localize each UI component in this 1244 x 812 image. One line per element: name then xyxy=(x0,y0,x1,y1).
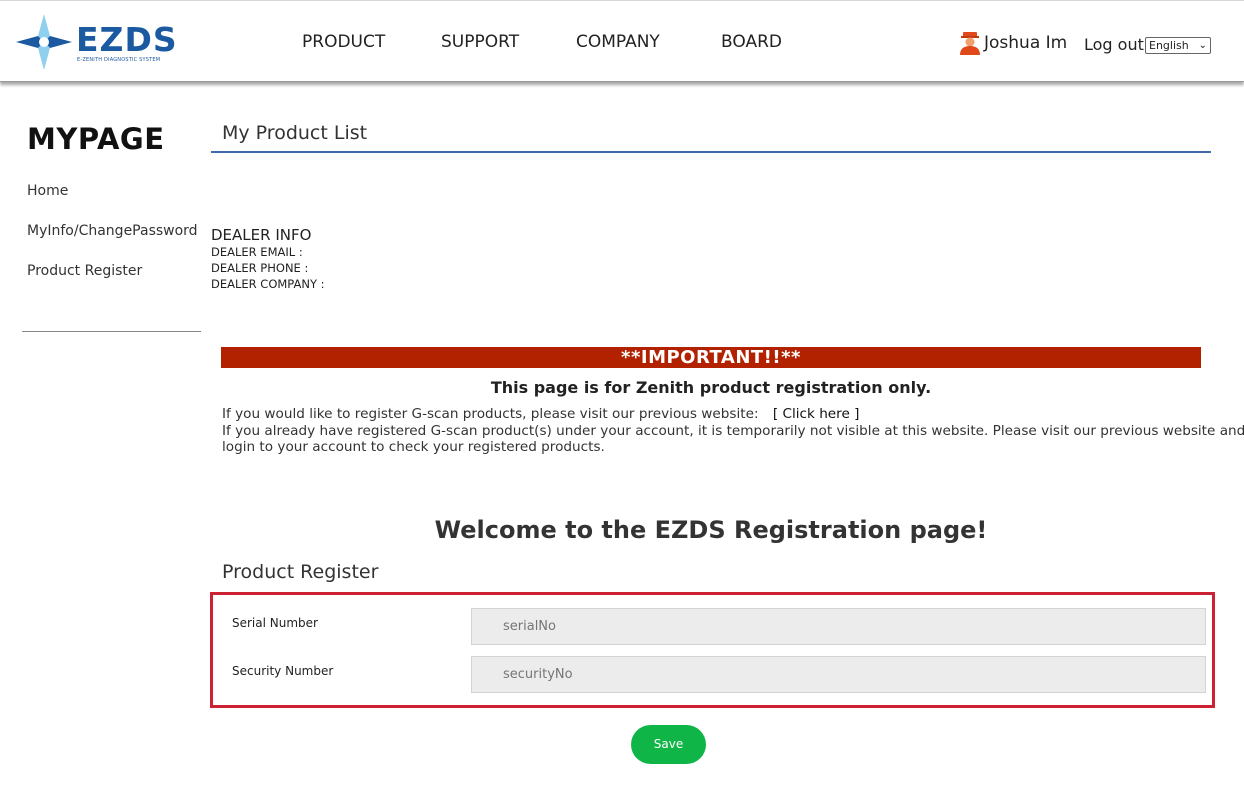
sidebar-item-product-register[interactable]: Product Register xyxy=(27,263,142,279)
language-select[interactable]: English ⌄ xyxy=(1145,37,1211,54)
nav-board[interactable]: BOARD xyxy=(721,32,782,52)
security-number-input[interactable] xyxy=(471,656,1206,693)
welcome-heading: Welcome to the EZDS Registration page! xyxy=(434,516,988,544)
product-register-title: Product Register xyxy=(222,561,379,583)
logo-subtitle: E-ZENITH DIAGNOSTIC SYSTEM xyxy=(77,57,161,63)
logo-wordmark: EZDS xyxy=(76,20,178,59)
sidebar-item-home[interactable]: Home xyxy=(27,183,68,199)
security-number-label: Security Number xyxy=(232,664,334,678)
user-name: Joshua Im xyxy=(984,33,1068,53)
nav-support[interactable]: SUPPORT xyxy=(441,32,519,52)
dealer-company: DEALER COMPANY : xyxy=(211,277,325,291)
logout-link[interactable]: Log out xyxy=(1084,35,1144,54)
click-here-link[interactable]: [ Click here ] xyxy=(773,406,860,422)
notice-line-1-text: If you would like to register G-scan pro… xyxy=(222,406,759,422)
dealer-info-title: DEALER INFO xyxy=(211,226,312,244)
sidebar-divider xyxy=(22,331,201,332)
serial-number-input[interactable] xyxy=(471,608,1206,645)
notice-line-3: login to your account to check your regi… xyxy=(222,439,605,455)
chevron-down-icon: ⌄ xyxy=(1198,40,1207,51)
user-avatar-icon xyxy=(960,32,980,55)
nav-company[interactable]: COMPANY xyxy=(576,32,660,52)
site-header: EZDS E-ZENITH DIAGNOSTIC SYSTEM PRODUCT … xyxy=(0,0,1244,82)
product-list-title: My Product List xyxy=(222,122,368,144)
title-divider xyxy=(211,151,1211,153)
nav-product[interactable]: PRODUCT xyxy=(302,32,385,52)
serial-number-label: Serial Number xyxy=(232,616,318,630)
sidebar-item-myinfo[interactable]: MyInfo/ChangePassword xyxy=(27,223,198,239)
language-value: English xyxy=(1149,39,1189,52)
important-banner: **IMPORTANT!!** xyxy=(221,347,1201,368)
save-button[interactable]: Save xyxy=(631,725,706,764)
dealer-phone: DEALER PHONE : xyxy=(211,261,309,275)
ezds-logo[interactable]: EZDS E-ZENITH DIAGNOSTIC SYSTEM xyxy=(14,12,177,72)
sidebar-title: MYPAGE xyxy=(27,122,165,156)
user-profile[interactable]: Joshua Im xyxy=(959,31,1067,55)
product-register-form: Serial Number Security Number xyxy=(210,592,1215,708)
dealer-email: DEALER EMAIL : xyxy=(211,245,303,259)
notice-line-2: If you already have registered G-scan pr… xyxy=(222,423,1244,439)
notice-headline: This page is for Zenith product registra… xyxy=(490,378,932,397)
notice-line-1: If you would like to register G-scan pro… xyxy=(222,406,859,422)
ezds-logo-icon xyxy=(16,14,72,70)
